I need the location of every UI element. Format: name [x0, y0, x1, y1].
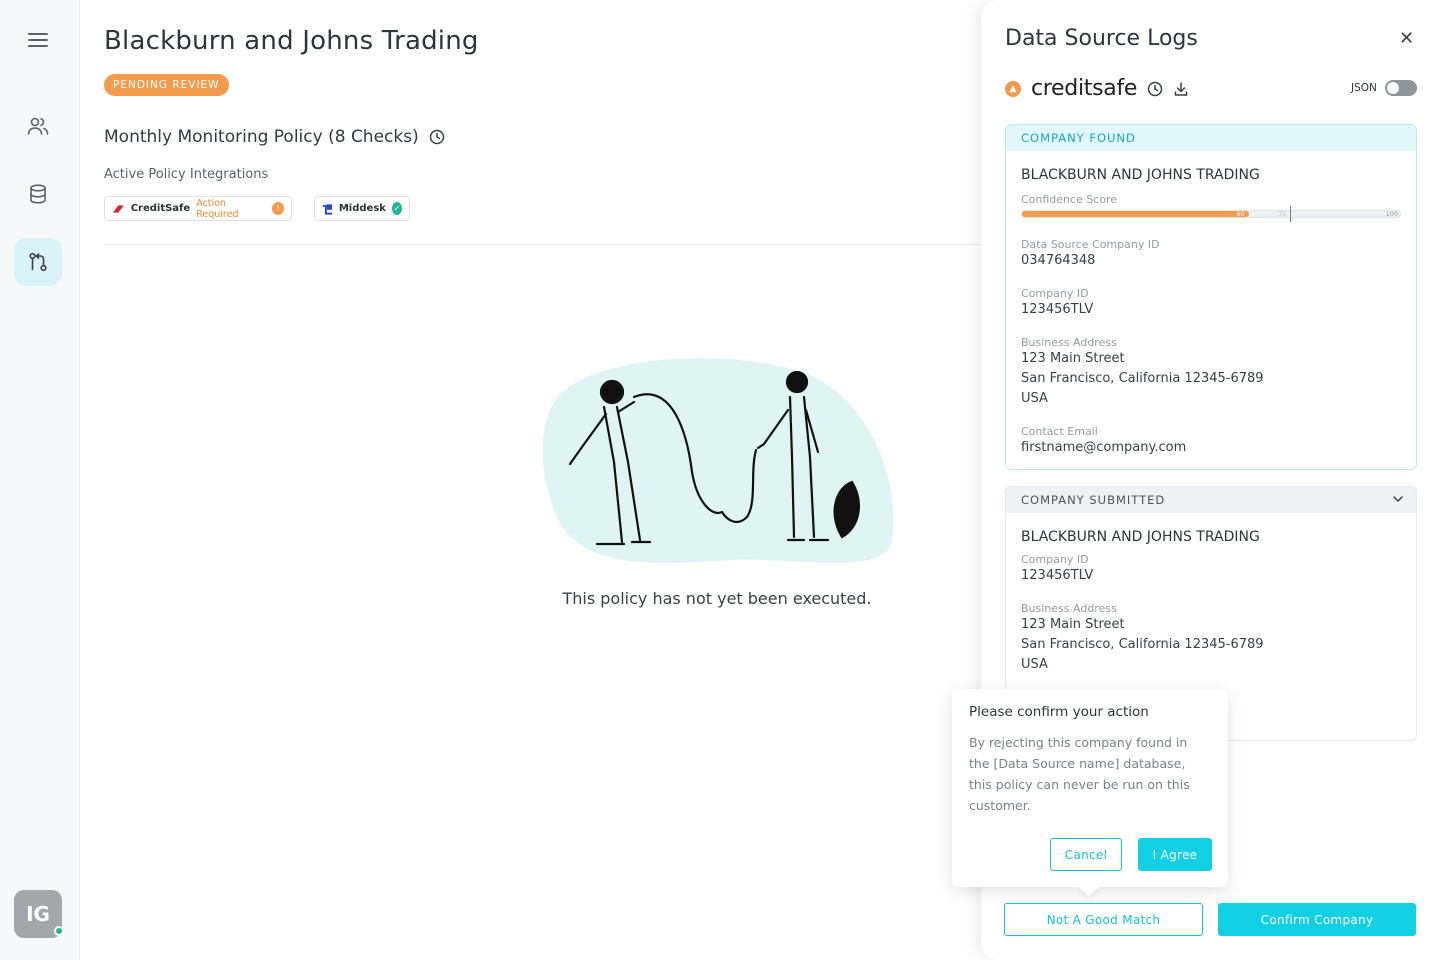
- database-icon: [30, 184, 46, 204]
- page-title: Blackburn and Johns Trading: [104, 26, 479, 56]
- sidebar-item-customers[interactable]: [14, 102, 62, 150]
- address-line: 123 Main Street: [1021, 351, 1125, 366]
- company-submitted-header[interactable]: COMPANY SUBMITTED: [1006, 487, 1416, 513]
- policy-flow-icon: [29, 252, 47, 272]
- history-icon[interactable]: [429, 129, 445, 145]
- json-switch[interactable]: [1384, 80, 1417, 96]
- confirm-company-button[interactable]: Confirm Company: [1218, 903, 1416, 936]
- avatar-initials: IG: [26, 902, 50, 926]
- confidence-bar: 60 75 100: [1021, 206, 1401, 222]
- check-circle-icon: ✓: [391, 202, 402, 215]
- address-line: USA: [1021, 391, 1048, 406]
- source-warning-icon: ▲: [1005, 80, 1021, 97]
- confidence-bar-fill: 60: [1022, 210, 1249, 218]
- submitted-company-name: BLACKBURN AND JOHNS TRADING: [1021, 529, 1260, 545]
- empty-state-illustration: [542, 358, 894, 564]
- company-found-header: COMPANY FOUND: [1006, 125, 1416, 151]
- cancel-button[interactable]: Cancel: [1050, 838, 1122, 871]
- confidence-label: Confidence Score: [1021, 193, 1118, 206]
- email-label: Contact Email: [1021, 425, 1098, 438]
- confidence-value: 60: [1236, 210, 1245, 218]
- source-header: ▲ creditsafe: [1005, 76, 1189, 101]
- ds-company-id-label: Data Source Company ID: [1021, 238, 1160, 251]
- company-id-label: Company ID: [1021, 553, 1089, 566]
- chevron-down-icon[interactable]: [1392, 487, 1404, 513]
- ds-company-id: 034764348: [1021, 253, 1096, 268]
- sidebar-item-data-sources[interactable]: [14, 170, 62, 218]
- sidebar-item-policies[interactable]: [14, 238, 62, 286]
- address-label: Business Address: [1021, 602, 1117, 615]
- policy-title: Monthly Monitoring Policy (8 Checks): [104, 127, 445, 147]
- popover-title: Please confirm your action: [969, 704, 1149, 720]
- found-company-name: BLACKBURN AND JOHNS TRADING: [1021, 167, 1260, 183]
- integration-chip-middesk[interactable]: Middesk ✓: [314, 196, 410, 221]
- online-status-dot: [54, 926, 64, 936]
- integration-name: Middesk: [338, 203, 386, 214]
- confidence-max: 100: [1385, 210, 1398, 218]
- company-id-label: Company ID: [1021, 287, 1089, 300]
- company-submitted-title: COMPANY SUBMITTED: [1021, 493, 1166, 507]
- integration-name: CreditSafe: [130, 203, 191, 214]
- company-id: 123456TLV: [1021, 302, 1094, 317]
- contact-email: firstname@company.com: [1021, 440, 1187, 455]
- history-icon[interactable]: [1147, 81, 1163, 97]
- confirm-popover: Please confirm your action By rejecting …: [952, 689, 1228, 897]
- policy-title-text: Monthly Monitoring Policy (8 Checks): [104, 127, 419, 147]
- empty-state-message: This policy has not yet been executed.: [562, 589, 872, 608]
- address-line: 123 Main Street: [1021, 617, 1125, 632]
- integrations-label: Active Policy Integrations: [104, 167, 269, 182]
- sidebar: IG: [0, 0, 80, 960]
- integration-status: Action Required: [196, 197, 239, 220]
- status-badge: PENDING REVIEW: [104, 74, 229, 96]
- users-icon: [27, 117, 49, 135]
- confidence-threshold: 75: [1278, 210, 1287, 218]
- menu-button[interactable]: [14, 16, 62, 64]
- address-line: San Francisco, California 12345-6789: [1021, 371, 1264, 386]
- middesk-logo-icon: [322, 203, 333, 215]
- source-name: creditsafe: [1031, 76, 1138, 101]
- divider: [104, 244, 980, 245]
- avatar[interactable]: IG: [14, 890, 64, 938]
- json-toggle[interactable]: JSON: [1351, 80, 1417, 96]
- company-id: 123456TLV: [1021, 568, 1094, 583]
- panel-title: Data Source Logs: [1005, 26, 1198, 51]
- menu-icon: [28, 33, 48, 47]
- company-found-card: COMPANY FOUND BLACKBURN AND JOHNS TRADIN…: [1005, 124, 1417, 470]
- confidence-threshold-marker: [1290, 206, 1292, 222]
- address-line: USA: [1021, 657, 1048, 672]
- agree-button[interactable]: I Agree: [1138, 838, 1212, 871]
- not-a-good-match-button[interactable]: Not A Good Match: [1004, 903, 1203, 936]
- close-icon[interactable]: ✕: [1399, 28, 1414, 49]
- creditsafe-logo-icon: [112, 204, 124, 213]
- panel-actions: Not A Good Match Confirm Company: [1004, 903, 1416, 936]
- integration-chip-creditsafe[interactable]: CreditSafe Action Required !: [104, 196, 292, 221]
- warning-icon: !: [272, 202, 284, 215]
- popover-message: By rejecting this company found in the […: [969, 735, 1190, 813]
- address-label: Business Address: [1021, 336, 1117, 349]
- download-icon[interactable]: [1173, 81, 1189, 97]
- json-label: JSON: [1351, 82, 1377, 94]
- main-content: Blackburn and Johns Trading PENDING REVI…: [80, 0, 980, 960]
- address-line: San Francisco, California 12345-6789: [1021, 637, 1264, 652]
